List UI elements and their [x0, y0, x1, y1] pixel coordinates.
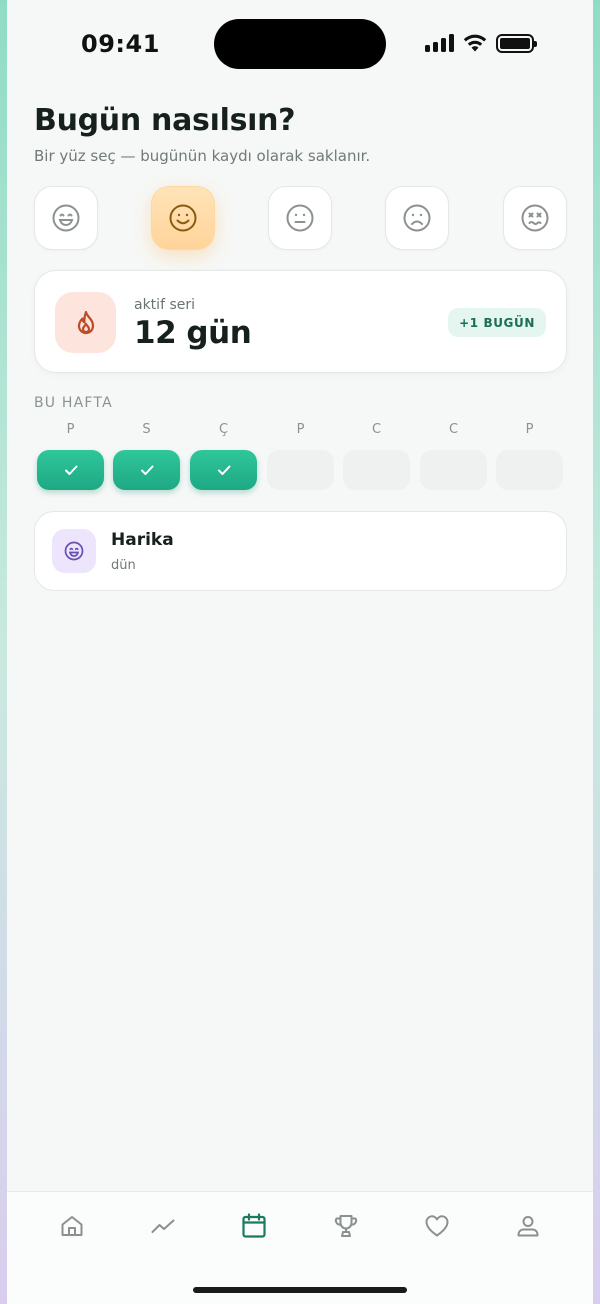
- day-column: P: [267, 422, 334, 490]
- day-cell-empty[interactable]: [496, 450, 563, 490]
- day-letter: P: [525, 422, 534, 437]
- day-column: C: [343, 422, 410, 490]
- entry-title: Harika: [111, 530, 174, 550]
- app-screen: 09:41 Bugün nasılsın? Bir yüz seç — bugü…: [7, 0, 593, 1304]
- tab-calendar[interactable]: [236, 1208, 272, 1244]
- mood-selector: [34, 186, 567, 250]
- grin-face-icon: [64, 541, 84, 561]
- mood-option-sad[interactable]: [385, 186, 449, 250]
- streak-value: 12 gün: [134, 315, 252, 351]
- tab-bar: [7, 1191, 593, 1304]
- smile-face-icon: [169, 204, 197, 232]
- week-section-label: BU HAFTA: [34, 395, 113, 411]
- check-icon: [140, 465, 153, 475]
- tab-home[interactable]: [54, 1208, 90, 1244]
- page-title: Bugün nasılsın?: [34, 103, 296, 138]
- check-icon: [64, 465, 77, 475]
- mood-entry-card[interactable]: Harika dün: [34, 511, 567, 591]
- day-letter: S: [142, 422, 151, 437]
- tab-stats[interactable]: [145, 1208, 181, 1244]
- cellular-signal-icon: [425, 34, 454, 52]
- wifi-icon: [463, 34, 487, 52]
- check-icon: [217, 465, 230, 475]
- day-letter: C: [448, 422, 459, 437]
- home-indicator[interactable]: [193, 1287, 407, 1293]
- day-column: P: [37, 422, 104, 490]
- streak-card: aktif seri 12 gün +1 BUGÜN: [34, 270, 567, 373]
- page-subtitle: Bir yüz seç — bugünün kaydı olarak sakla…: [34, 147, 371, 165]
- heart-icon: [425, 1215, 449, 1237]
- day-column: S: [113, 422, 180, 490]
- day-cell-empty[interactable]: [267, 450, 334, 490]
- day-cell-empty[interactable]: [343, 450, 410, 490]
- tab-profile[interactable]: [510, 1208, 546, 1244]
- day-letter: Ç: [218, 422, 229, 437]
- tab-favorites[interactable]: [419, 1208, 455, 1244]
- tab-achievements[interactable]: [328, 1208, 364, 1244]
- day-letter: P: [66, 422, 75, 437]
- entry-icon-badge: [52, 529, 96, 573]
- sad-face-icon: [403, 204, 431, 232]
- profile-icon: [517, 1216, 539, 1237]
- status-icons: [425, 32, 537, 54]
- day-column: C: [420, 422, 487, 490]
- trend-icon: [151, 1219, 175, 1233]
- trophy-icon: [334, 1215, 358, 1237]
- day-cell-done[interactable]: [190, 450, 257, 490]
- mood-option-smile[interactable]: [151, 186, 215, 250]
- dynamic-island: [214, 19, 386, 69]
- day-cell-empty[interactable]: [420, 450, 487, 490]
- battery-icon: [496, 33, 537, 53]
- day-letter: P: [296, 422, 305, 437]
- day-column: Ç: [190, 422, 257, 490]
- flame-badge: [55, 292, 116, 353]
- status-bar: 09:41: [7, 0, 593, 88]
- calendar-icon: [242, 1213, 266, 1238]
- day-cell-done[interactable]: [113, 450, 180, 490]
- mood-option-neutral[interactable]: [268, 186, 332, 250]
- neutral-face-icon: [286, 204, 314, 232]
- day-column: P: [496, 422, 563, 490]
- grin-face-icon: [52, 204, 80, 232]
- flame-icon: [77, 310, 94, 334]
- status-time: 09:41: [81, 30, 160, 58]
- streak-today-badge: +1 BUGÜN: [448, 308, 546, 337]
- angry-face-icon: [521, 204, 549, 232]
- entry-date: dün: [111, 558, 136, 573]
- streak-label: aktif seri: [134, 297, 195, 313]
- home-icon: [61, 1216, 83, 1236]
- day-cell-done[interactable]: [37, 450, 104, 490]
- mood-option-angry[interactable]: [503, 186, 567, 250]
- mood-option-grin[interactable]: [34, 186, 98, 250]
- day-letter: C: [371, 422, 382, 437]
